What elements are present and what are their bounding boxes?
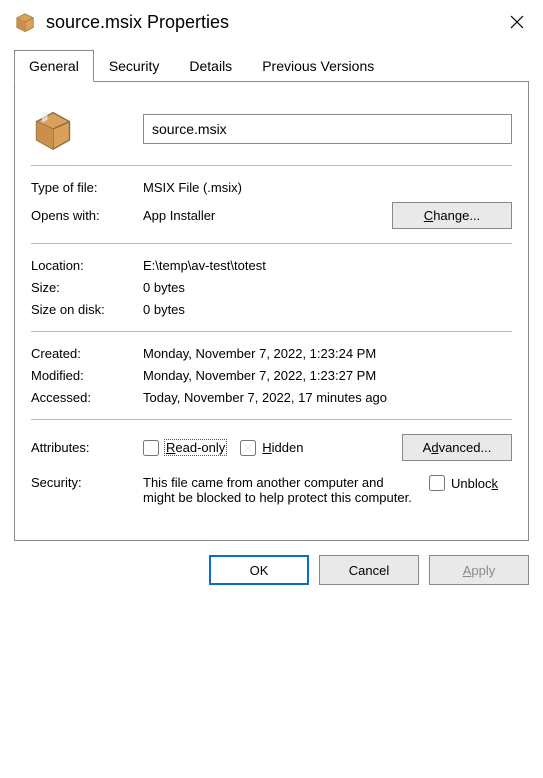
ok-button[interactable]: OK — [209, 555, 309, 585]
label-size: Size: — [31, 280, 143, 295]
label-size-on-disk: Size on disk: — [31, 302, 143, 317]
label-accessed: Accessed: — [31, 390, 143, 405]
package-icon — [14, 11, 36, 33]
filename-input[interactable] — [143, 114, 512, 144]
tab-security[interactable]: Security — [94, 50, 175, 82]
readonly-checkbox-box[interactable] — [143, 440, 159, 456]
label-opens-with: Opens with: — [31, 208, 143, 223]
label-attributes: Attributes: — [31, 440, 143, 455]
tab-strip: General Security Details Previous Versio… — [0, 42, 543, 82]
value-created: Monday, November 7, 2022, 1:23:24 PM — [143, 346, 512, 361]
separator — [31, 331, 512, 332]
tab-previous-versions[interactable]: Previous Versions — [247, 50, 389, 82]
unblock-checkbox[interactable]: Unblock — [429, 475, 498, 491]
window-title: source.msix Properties — [46, 12, 503, 33]
hidden-checkbox-box[interactable] — [240, 440, 256, 456]
label-created: Created: — [31, 346, 143, 361]
apply-button[interactable]: Apply — [429, 555, 529, 585]
value-opens-with: App Installer — [143, 208, 392, 223]
hidden-checkbox[interactable]: Hidden — [240, 440, 303, 456]
separator — [31, 419, 512, 420]
label-modified: Modified: — [31, 368, 143, 383]
separator — [31, 243, 512, 244]
general-panel: Type of file: MSIX File (.msix) Opens wi… — [14, 82, 529, 541]
tab-details[interactable]: Details — [174, 50, 247, 82]
value-accessed: Today, November 7, 2022, 17 minutes ago — [143, 390, 512, 405]
value-size-on-disk: 0 bytes — [143, 302, 512, 317]
hidden-label: Hidden — [262, 440, 303, 455]
label-location: Location: — [31, 258, 143, 273]
file-type-icon — [31, 107, 75, 151]
dialog-footer: OK Cancel Apply — [0, 541, 543, 585]
readonly-label: Read-only — [165, 440, 226, 455]
separator — [31, 165, 512, 166]
tab-general[interactable]: General — [14, 50, 94, 82]
titlebar: source.msix Properties — [0, 0, 543, 42]
security-text: This file came from another computer and… — [143, 475, 423, 505]
label-type-of-file: Type of file: — [31, 180, 143, 195]
close-button[interactable] — [503, 8, 531, 36]
value-type-of-file: MSIX File (.msix) — [143, 180, 512, 195]
unblock-checkbox-box[interactable] — [429, 475, 445, 491]
change-button[interactable]: Change... — [392, 202, 512, 229]
value-location: E:\temp\av-test\totest — [143, 258, 512, 273]
unblock-label: Unblock — [451, 476, 498, 491]
label-security: Security: — [31, 475, 143, 490]
readonly-checkbox[interactable]: Read-only — [143, 440, 226, 456]
advanced-button[interactable]: Advanced... — [402, 434, 512, 461]
cancel-button[interactable]: Cancel — [319, 555, 419, 585]
value-modified: Monday, November 7, 2022, 1:23:27 PM — [143, 368, 512, 383]
value-size: 0 bytes — [143, 280, 512, 295]
